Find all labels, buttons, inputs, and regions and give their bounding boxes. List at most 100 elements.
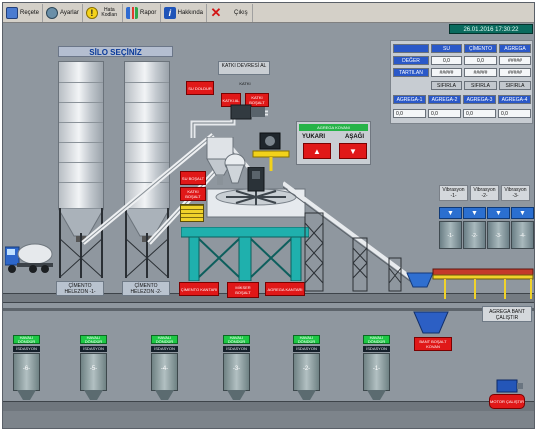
bottom-bin-6-station: İSDASYON	[13, 346, 40, 352]
chevron-down-icon: ▼	[519, 209, 526, 217]
reset-aggregate-button[interactable]: SIFIRLA	[499, 81, 531, 90]
bottom-bin-1-air-button[interactable]: HAVALI DÖNDÜR	[363, 335, 390, 344]
value-aggregate-3: 0,0	[463, 109, 496, 118]
vibration-1-button[interactable]: Vibrasyon -1-	[439, 185, 468, 201]
cement-scale-button[interactable]: ÇİMENTO KANTARI	[179, 282, 219, 296]
aggregate-bin-1-gate[interactable]: ▼	[439, 207, 462, 219]
panel-blank-header	[393, 44, 429, 53]
header-cement: ÇİMENTO	[464, 44, 497, 53]
bottom-bin-3-number: -3-	[232, 366, 241, 372]
header-aggregate-3: AGREGA-3	[463, 95, 496, 104]
vibration-3-button[interactable]: Vibrasyon -3-	[501, 185, 530, 201]
bottom-bin-4-air-button[interactable]: HAVALI DÖNDÜR	[151, 335, 178, 344]
additive-label: KATKI	[239, 81, 251, 86]
report-icon	[126, 6, 138, 19]
lift-panel-title: AGREGA KOVANI	[299, 124, 368, 131]
exit-button[interactable]: ✕ Çıkış	[207, 3, 253, 22]
bottom-bin-3-air-button[interactable]: HAVALI DÖNDÜR	[223, 335, 250, 344]
bottom-bin-5-station: İSDASYON	[80, 346, 107, 352]
chevron-down-icon: ▼	[447, 209, 454, 217]
discharge-additive-mixer-button[interactable]: KATKI BOŞALT	[180, 187, 206, 201]
aggregate-bin-3[interactable]: -3-	[487, 221, 510, 249]
aggregate-bin-4-gate[interactable]: ▼	[511, 207, 534, 219]
aggregate-belt-conveyor[interactable]	[405, 259, 535, 301]
weighed-water: #####	[431, 68, 462, 77]
bottom-bin-3[interactable]: -3-	[223, 353, 250, 391]
fill-water-button[interactable]: SU DOLDUR	[186, 81, 214, 95]
bottom-bin-5-air-button[interactable]: HAVALI DÖNDÜR	[80, 335, 107, 344]
header-aggregate-4: AGREGA-4	[498, 95, 531, 104]
chevron-down-icon: ▼	[471, 209, 478, 217]
weighing-info-panel: SU ÇİMENTO AGREGA DEĞER 0,0 0,0 ##### TA…	[390, 40, 533, 124]
aggregate-bin-4[interactable]: -4-	[511, 221, 534, 249]
settings-button[interactable]: Ayarlar	[43, 3, 83, 22]
about-button[interactable]: i Hakkında	[161, 3, 207, 22]
up-label: YUKARI	[302, 134, 326, 140]
aggregate-belt-start-button[interactable]: AGREGA BANT ÇALIŞTIR	[482, 306, 532, 322]
cement-screw-2-label[interactable]: ÇİMENTO HELEZON -2-	[122, 281, 170, 296]
bottom-bin-4[interactable]: -4-	[151, 353, 178, 391]
bottom-bin-3-station: İSDASYON	[223, 346, 250, 352]
discharge-mixer-button[interactable]: MİKSER BOŞALT	[227, 282, 259, 298]
down-label: AŞAĞI	[345, 134, 365, 140]
report-button[interactable]: Rapor	[123, 3, 161, 22]
bottom-bin-6[interactable]: -6-	[13, 353, 40, 391]
bottom-bin-5-number: -5-	[89, 366, 98, 372]
value-cement: 0,0	[464, 56, 497, 65]
bottom-bin-1-number: -1-	[372, 366, 381, 372]
chevron-down-icon: ▼	[495, 209, 502, 217]
aggregate-bin-2[interactable]: -2-	[463, 221, 486, 249]
cement-screw-1-label[interactable]: ÇİMENTO HELEZON -1-	[56, 281, 104, 296]
weighed-aggregate: #####	[499, 68, 531, 77]
bottom-bin-5[interactable]: -5-	[80, 353, 107, 391]
row-weighed-label: TARTILAN	[393, 68, 429, 77]
motor-start-button[interactable]: MOTOR ÇALIŞTIR	[489, 394, 525, 409]
lower-floor	[3, 401, 534, 411]
bottom-bin-2-station: İSDASYON	[293, 346, 320, 352]
settings-icon	[46, 6, 58, 19]
aggregate-bin-3-gate[interactable]: ▼	[487, 207, 510, 219]
aggregate-bin-1[interactable]: -1-	[439, 221, 462, 249]
bottom-bin-6-number: -6-	[22, 366, 31, 372]
rail	[3, 308, 534, 311]
bottom-bin-4-number: -4-	[160, 366, 169, 372]
bottom-bin-2-number: -2-	[302, 366, 311, 372]
bottom-bin-1[interactable]: -1-	[363, 353, 390, 391]
recipe-button[interactable]: Reçete	[3, 3, 43, 22]
reset-water-button[interactable]: SIFIRLA	[431, 81, 462, 90]
bottom-bin-2[interactable]: -2-	[293, 353, 320, 391]
exit-icon: ✕	[210, 4, 222, 20]
discharge-water-button[interactable]: SU BOŞALT	[180, 171, 206, 185]
info-icon: i	[164, 6, 176, 19]
warning-icon: !	[86, 6, 98, 19]
cement-truck	[5, 243, 53, 273]
vibration-2-button[interactable]: Vibrasyon -2-	[470, 185, 499, 201]
recipe-icon	[6, 6, 18, 19]
weighed-cement: #####	[464, 68, 497, 77]
row-value-label: DEĞER	[393, 56, 429, 65]
value-aggregate-4: 0,0	[498, 109, 531, 118]
scada-window: Reçete Ayarlar ! Hata Kodları Rapor i Ha…	[2, 2, 535, 429]
bottom-bin-6-air-button[interactable]: HAVALI DÖNDÜR	[13, 335, 40, 344]
lift-down-button[interactable]: ▼	[339, 143, 367, 159]
lift-up-button[interactable]: ▲	[303, 143, 331, 159]
datetime-display: 26.01.2016 17:30:22	[449, 24, 533, 34]
belt-discharge-hopper-button[interactable]: BANT BOŞALT KOVAN	[414, 337, 452, 351]
reset-cement-button[interactable]: SIFIRLA	[464, 81, 497, 90]
header-aggregate: AGREGA	[499, 44, 531, 53]
additive-circuit-label: KATKI DEVRESİ AL	[218, 61, 270, 75]
aggregate-bin-2-gate[interactable]: ▼	[463, 207, 486, 219]
bottom-bin-legs	[17, 390, 386, 400]
value-aggregate-1: 0,0	[393, 109, 426, 118]
header-aggregate-1: AGREGA-1	[393, 95, 426, 104]
skip-lift-ramp	[283, 181, 420, 292]
discharge-hopper[interactable]	[413, 311, 449, 337]
silo-select-title[interactable]: SİLO SEÇİNİZ	[58, 46, 173, 57]
bottom-bin-1-station: İSDASYON	[363, 346, 390, 352]
value-aggregate-2: 0,0	[428, 109, 461, 118]
error-codes-button[interactable]: ! Hata Kodları	[83, 3, 123, 22]
value-water: 0,0	[431, 56, 462, 65]
header-water: SU	[431, 44, 462, 53]
bottom-bin-2-air-button[interactable]: HAVALI DÖNDÜR	[293, 335, 320, 344]
header-aggregate-2: AGREGA-2	[428, 95, 461, 104]
